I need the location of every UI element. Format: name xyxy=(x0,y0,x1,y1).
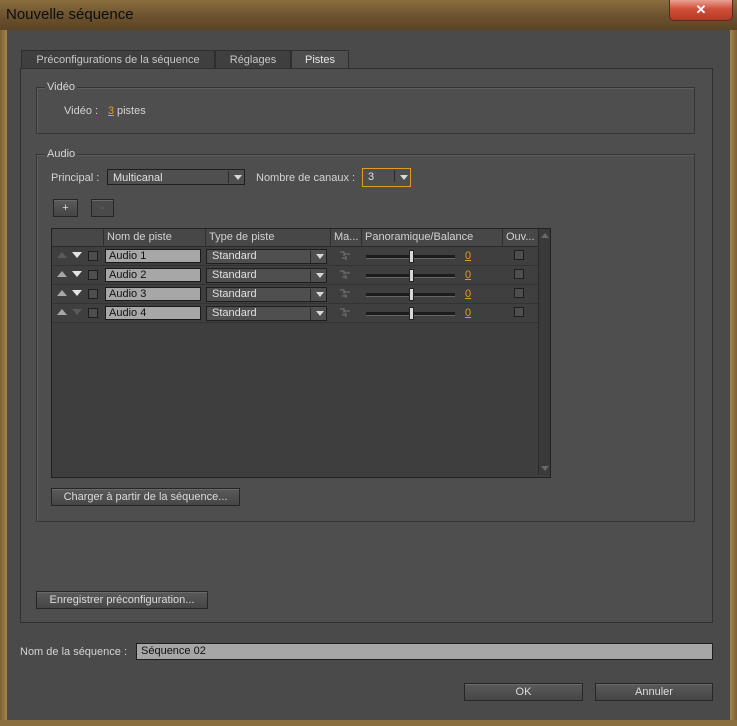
video-tracks-value[interactable]: 3 xyxy=(108,105,114,117)
track-type-dropdown[interactable]: Standard xyxy=(206,249,327,264)
channel-mapping-icon[interactable] xyxy=(339,251,351,261)
vertical-scrollbar[interactable] xyxy=(538,229,550,475)
track-select-checkbox[interactable] xyxy=(88,308,98,318)
move-up-icon[interactable] xyxy=(57,252,67,258)
add-track-button[interactable]: + xyxy=(53,199,78,217)
column-header-controls xyxy=(52,229,103,246)
dropdown-separator xyxy=(310,289,311,301)
track-select-checkbox[interactable] xyxy=(88,270,98,280)
chevron-down-icon xyxy=(316,254,324,259)
column-header-pan[interactable]: Panoramique/Balance xyxy=(361,229,502,246)
track-type-value: Standard xyxy=(212,288,257,300)
track-open-checkbox[interactable] xyxy=(514,307,524,317)
audio-group-label: Audio xyxy=(45,148,78,160)
load-from-sequence-button[interactable]: Charger à partir de la séquence... xyxy=(51,488,240,506)
tab-presets[interactable]: Préconfigurations de la séquence xyxy=(21,50,215,69)
pan-slider-thumb[interactable] xyxy=(409,250,414,263)
principal-label: Principal : xyxy=(51,172,100,184)
track-open-checkbox[interactable] xyxy=(514,250,524,260)
save-preset-button[interactable]: Enregistrer préconfiguration... xyxy=(36,591,208,609)
pan-slider-thumb[interactable] xyxy=(409,307,414,320)
close-button[interactable]: ✕ xyxy=(669,0,733,21)
pan-value[interactable]: 0 xyxy=(465,250,471,262)
principal-value: Multicanal xyxy=(113,172,163,184)
move-down-icon[interactable] xyxy=(72,252,82,258)
track-type-value: Standard xyxy=(212,269,257,281)
ok-button[interactable]: OK xyxy=(464,683,583,701)
table-row: Audio 2 Standard 0 xyxy=(52,266,538,285)
window-frame-bottom xyxy=(0,720,737,726)
audio-track-table: Nom de piste Type de piste Ma... Panoram… xyxy=(51,228,551,478)
column-header-open[interactable]: Ouv... xyxy=(502,229,538,246)
move-down-icon[interactable] xyxy=(72,290,82,296)
move-up-icon[interactable] xyxy=(57,290,67,296)
pan-value[interactable]: 0 xyxy=(465,307,471,319)
track-select-checkbox[interactable] xyxy=(88,289,98,299)
table-row: Audio 1 Standard 0 xyxy=(52,247,538,266)
window-frame-left xyxy=(0,30,7,726)
window-frame-right xyxy=(730,30,737,726)
move-up-icon[interactable] xyxy=(57,309,67,315)
sequence-name-input[interactable]: Séquence 02 xyxy=(136,643,713,660)
chevron-down-icon xyxy=(400,175,408,180)
remove-track-button[interactable]: - xyxy=(91,199,114,217)
track-open-checkbox[interactable] xyxy=(514,269,524,279)
dropdown-separator xyxy=(310,270,311,282)
track-type-dropdown[interactable]: Standard xyxy=(206,268,327,283)
scroll-up-icon[interactable] xyxy=(541,233,549,238)
video-tracks-label: Vidéo : xyxy=(64,105,99,117)
tab-settings[interactable]: Réglages xyxy=(215,50,291,69)
dropdown-separator xyxy=(310,251,311,263)
column-header-name[interactable]: Nom de piste xyxy=(103,229,205,246)
sequence-name-label: Nom de la séquence : xyxy=(20,646,128,658)
video-tracks-unit: pistes xyxy=(117,105,146,117)
dropdown-separator xyxy=(394,170,395,182)
track-type-value: Standard xyxy=(212,307,257,319)
column-header-type[interactable]: Type de piste xyxy=(205,229,330,246)
dropdown-separator xyxy=(228,171,229,183)
chevron-down-icon xyxy=(234,175,242,180)
track-name-input[interactable]: Audio 3 xyxy=(105,287,201,301)
track-name-input[interactable]: Audio 4 xyxy=(105,306,201,320)
channels-dropdown[interactable]: 3 xyxy=(362,168,411,187)
track-type-dropdown[interactable]: Standard xyxy=(206,287,327,302)
column-header-mapping[interactable]: Ma... xyxy=(330,229,361,246)
track-type-dropdown[interactable]: Standard xyxy=(206,306,327,321)
track-select-checkbox[interactable] xyxy=(88,251,98,261)
table-row: Audio 4 Standard 0 xyxy=(52,304,538,323)
move-down-icon[interactable] xyxy=(72,271,82,277)
pan-value[interactable]: 0 xyxy=(465,269,471,281)
pan-slider-thumb[interactable] xyxy=(409,269,414,282)
track-type-value: Standard xyxy=(212,250,257,262)
chevron-down-icon xyxy=(316,292,324,297)
table-row: Audio 3 Standard 0 xyxy=(52,285,538,304)
channels-value: 3 xyxy=(368,171,375,183)
pan-slider-thumb[interactable] xyxy=(409,288,414,301)
move-up-icon[interactable] xyxy=(57,271,67,277)
dropdown-separator xyxy=(310,308,311,320)
channel-mapping-icon[interactable] xyxy=(339,289,351,299)
pan-value[interactable]: 0 xyxy=(465,288,471,300)
track-name-input[interactable]: Audio 1 xyxy=(105,249,201,263)
table-header: Nom de piste Type de piste Ma... Panoram… xyxy=(52,229,538,247)
principal-dropdown[interactable]: Multicanal xyxy=(107,169,245,185)
scroll-down-icon[interactable] xyxy=(541,466,549,471)
channel-mapping-icon[interactable] xyxy=(339,308,351,318)
track-open-checkbox[interactable] xyxy=(514,288,524,298)
video-group-label: Vidéo xyxy=(45,81,77,93)
channel-mapping-icon[interactable] xyxy=(339,270,351,280)
cancel-button[interactable]: Annuler xyxy=(595,683,713,701)
channels-label: Nombre de canaux : xyxy=(256,172,356,184)
track-name-input[interactable]: Audio 2 xyxy=(105,268,201,282)
chevron-down-icon xyxy=(316,273,324,278)
tab-tracks[interactable]: Pistes xyxy=(291,50,349,70)
move-down-icon[interactable] xyxy=(72,309,82,315)
chevron-down-icon xyxy=(316,311,324,316)
window-title: Nouvelle séquence xyxy=(6,6,134,23)
